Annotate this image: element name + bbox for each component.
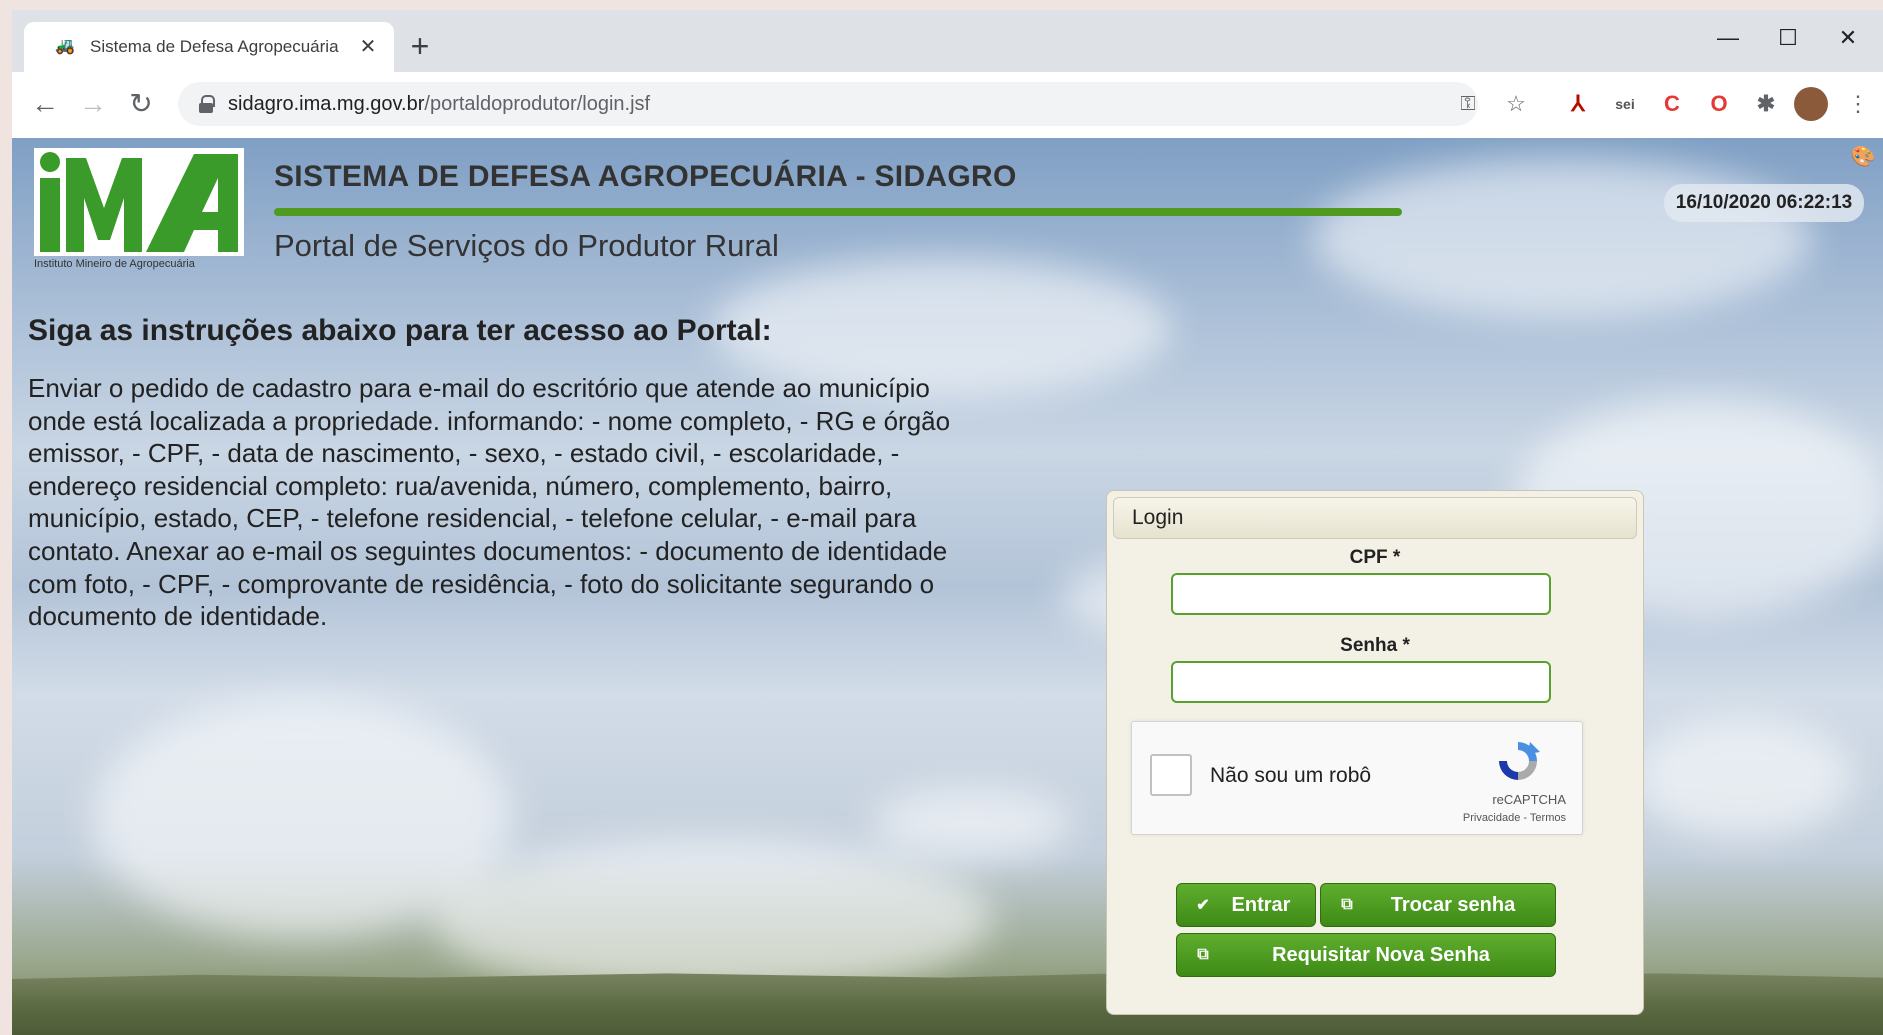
forward-arrow-icon[interactable]: → [74, 86, 112, 124]
recaptcha-checkbox[interactable] [1150, 754, 1192, 796]
adblock-icon[interactable]: C [1656, 88, 1688, 120]
browser-window: 🚜 Sistema de Defesa Agropecuária ✕ + — ☐… [12, 10, 1883, 1035]
title-underline-bar [274, 208, 1402, 216]
lock-icon [198, 95, 215, 113]
url-path: /portaldoprodutor/login.jsf [424, 92, 651, 115]
external-link-icon: ⧉ [1197, 946, 1209, 963]
browser-tab[interactable]: 🚜 Sistema de Defesa Agropecuária ✕ [24, 22, 394, 72]
senha-input[interactable] [1171, 661, 1551, 703]
palette-icon[interactable]: 🎨 [1850, 144, 1876, 170]
maximize-button[interactable]: ☐ [1758, 18, 1818, 58]
datetime-badge: 16/10/2020 06:22:13 [1664, 184, 1864, 222]
trocar-senha-button[interactable]: ⧉ Trocar senha [1320, 883, 1556, 927]
check-icon: ✔ [1196, 897, 1210, 914]
opera-icon[interactable]: O [1703, 88, 1735, 120]
portal-subtitle: Portal de Serviços do Produtor Rural [274, 228, 779, 263]
instructions-title: Siga as instruções abaixo para ter acess… [28, 314, 772, 347]
sei-icon[interactable]: sei [1609, 88, 1641, 120]
acrobat-icon[interactable]: ⅄ [1562, 88, 1594, 120]
requisitar-senha-button[interactable]: ⧉ Requisitar Nova Senha [1176, 933, 1556, 977]
url-text: sidagro.ima.mg.gov.br/portaldoprodutor/l… [228, 93, 650, 116]
address-bar[interactable]: sidagro.ima.mg.gov.br/portaldoprodutor/l… [178, 82, 1478, 126]
logo-subtitle: Instituto Mineiro de Agropecuária [34, 258, 195, 270]
instructions-body: Enviar o pedido de cadastro para e-mail … [28, 373, 951, 632]
tab-title: Sistema de Defesa Agropecuária [90, 37, 339, 56]
profile-avatar[interactable] [1794, 87, 1828, 121]
puzzle-icon[interactable]: ✱ [1750, 88, 1782, 120]
back-arrow-icon[interactable]: ← [26, 86, 64, 124]
bookmark-star-icon[interactable]: ☆ [1500, 88, 1532, 120]
key-icon[interactable]: ⚿ [1452, 88, 1484, 120]
system-title: SISTEMA DE DEFESA AGROPECUÁRIA - SIDAGRO [274, 160, 1017, 193]
login-panel-header: Login [1113, 497, 1637, 539]
recaptcha-label: Não sou um robô [1210, 764, 1372, 787]
minimize-button[interactable]: — [1698, 18, 1758, 58]
reload-icon[interactable]: ↻ [122, 86, 160, 124]
tab-strip: 🚜 Sistema de Defesa Agropecuária ✕ + — ☐… [12, 10, 1883, 72]
cpf-input[interactable] [1171, 573, 1551, 615]
entrar-label: Entrar [1231, 893, 1291, 916]
new-tab-button[interactable]: + [400, 28, 440, 68]
url-host: sidagro.ima.mg.gov.br [228, 92, 425, 115]
trocar-senha-label: Trocar senha [1390, 893, 1516, 916]
requisitar-senha-label: Requisitar Nova Senha [1272, 943, 1490, 966]
tractor-favicon-icon: 🚜 [55, 38, 75, 55]
login-panel: Login CPF * Senha * Não sou um robô reCA… [1106, 490, 1644, 1015]
close-window-button[interactable]: ✕ [1818, 18, 1878, 58]
ima-logo: Instituto Mineiro de Agropecuária [34, 148, 244, 273]
external-link-icon: ⧉ [1341, 896, 1353, 913]
recaptcha-links[interactable]: Privacidade - Termos [1463, 812, 1566, 824]
recaptcha-brand: reCAPTCHA [1492, 792, 1566, 807]
senha-label: Senha * [1340, 635, 1410, 656]
cpf-label: CPF * [1349, 547, 1401, 568]
ima-logo-mark-icon [34, 148, 244, 256]
recaptcha-widget: Não sou um robô reCAPTCHA Privacidade - … [1131, 721, 1583, 835]
menu-dots-icon[interactable]: ⋮ [1842, 88, 1874, 120]
browser-toolbar: ← → ↻ sidagro.ima.mg.gov.br/portaldoprod… [12, 72, 1883, 138]
page-content: Instituto Mineiro de Agropecuária SISTEM… [12, 138, 1883, 1035]
entrar-button[interactable]: ✔ Entrar [1176, 883, 1316, 927]
tab-close-icon[interactable]: ✕ [356, 35, 380, 59]
recaptcha-logo-icon [1499, 742, 1540, 780]
